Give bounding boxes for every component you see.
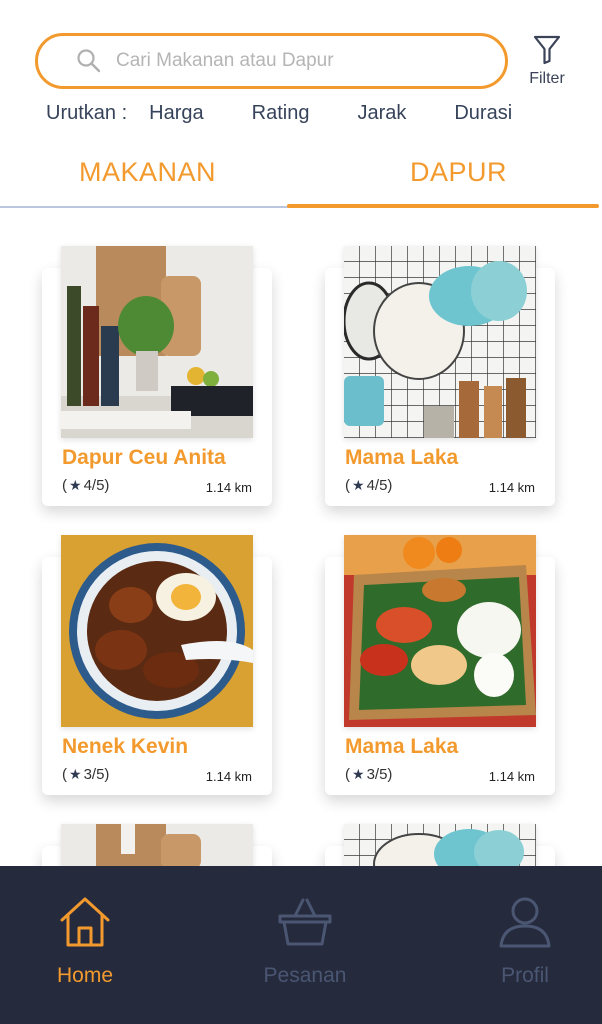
- colander-wall-photo: [344, 246, 536, 438]
- rating-open-paren: (: [62, 477, 67, 494]
- rating-value: 3/5: [366, 766, 388, 783]
- kitchen-distance: 1.14 km: [488, 480, 535, 495]
- tab-dapur[interactable]: DAPUR: [410, 157, 507, 188]
- sort-bar: Urutkan : Harga Rating Jarak Durasi: [46, 102, 560, 125]
- star-icon: ★: [69, 477, 82, 493]
- sort-label: Urutkan :: [46, 102, 128, 124]
- search-input[interactable]: [116, 50, 476, 72]
- stew-bowl-photo: [61, 535, 253, 727]
- kitchen-distance: 1.14 km: [488, 769, 535, 784]
- nav-profil-label: Profil: [501, 964, 549, 987]
- rating-close-paren: ): [104, 477, 110, 494]
- search-icon: [77, 49, 101, 73]
- rating-close-paren: ): [387, 766, 393, 783]
- tab-makanan[interactable]: MAKANAN: [79, 157, 216, 188]
- kitchen-rating: (★ 3/5): [345, 766, 392, 783]
- kitchen-distance: 1.14 km: [205, 769, 252, 784]
- kitchen-name: Dapur Ceu Anita: [62, 446, 226, 469]
- rating-value: 4/5: [83, 477, 105, 494]
- basket-icon: [278, 898, 332, 946]
- kitchen-rating: (★ 3/5): [62, 766, 109, 783]
- search-bar[interactable]: [35, 33, 508, 89]
- bottom-nav: Home Pesanan Profil: [0, 866, 602, 1024]
- nav-pesanan-label: Pesanan: [263, 964, 347, 987]
- nav-home-label: Home: [56, 964, 114, 987]
- colander-wall-photo: [344, 824, 536, 869]
- rating-open-paren: (: [345, 766, 350, 783]
- nav-profil[interactable]: Profil: [470, 894, 580, 988]
- rating-value: 4/5: [366, 477, 388, 494]
- rice-basket-photo: [344, 535, 536, 727]
- filter-button[interactable]: Filter: [522, 34, 572, 94]
- rating-close-paren: ): [104, 766, 110, 783]
- kitchen-shelf-photo: [61, 824, 253, 869]
- category-tabs: MAKANAN DAPUR: [0, 150, 602, 210]
- star-icon: ★: [352, 477, 365, 493]
- rating-open-paren: (: [345, 477, 350, 494]
- sort-option-rating[interactable]: Rating: [252, 102, 310, 125]
- star-icon: ★: [352, 766, 365, 782]
- rating-value: 3/5: [83, 766, 105, 783]
- kitchen-distance: 1.14 km: [205, 480, 252, 495]
- sort-option-durasi[interactable]: Durasi: [454, 102, 512, 125]
- kitchen-shelf-photo: [61, 246, 253, 438]
- rating-open-paren: (: [62, 766, 67, 783]
- filter-icon: [533, 35, 561, 65]
- kitchen-card[interactable]: Mama Laka (★ 3/5) 1.14 km: [325, 535, 555, 795]
- user-icon: [499, 897, 551, 948]
- kitchen-name: Mama Laka: [345, 735, 459, 758]
- active-tab-indicator: [287, 204, 599, 208]
- kitchen-name: Nenek Kevin: [62, 735, 189, 758]
- filter-label: Filter: [529, 70, 565, 87]
- kitchen-name: Mama Laka: [345, 446, 459, 469]
- rating-close-paren: ): [387, 477, 393, 494]
- sort-option-jarak[interactable]: Jarak: [357, 102, 406, 125]
- tab-divider: [0, 206, 288, 208]
- kitchen-card[interactable]: Mama Laka (★ 4/5) 1.14 km: [325, 246, 555, 506]
- kitchen-rating: (★ 4/5): [62, 477, 109, 494]
- kitchen-card[interactable]: Dapur Ceu Anita (★ 4/5) 1.14 km: [42, 246, 272, 506]
- kitchen-rating: (★ 4/5): [345, 477, 392, 494]
- star-icon: ★: [69, 766, 82, 782]
- kitchen-card[interactable]: Nenek Kevin (★ 3/5) 1.14 km: [42, 535, 272, 795]
- sort-option-harga[interactable]: Harga: [149, 102, 203, 125]
- nav-home[interactable]: Home: [30, 894, 140, 988]
- nav-pesanan[interactable]: Pesanan: [250, 894, 360, 988]
- home-icon: [60, 897, 110, 947]
